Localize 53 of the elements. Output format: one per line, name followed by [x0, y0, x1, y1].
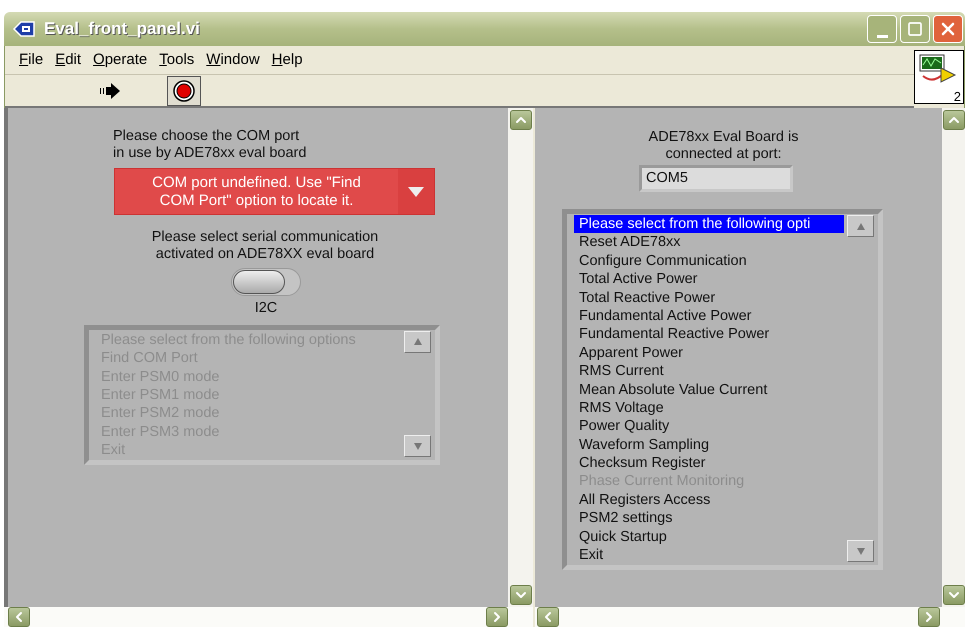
- scroll-left-button[interactable]: [8, 607, 30, 627]
- list-option[interactable]: Exit: [574, 546, 844, 564]
- list-option[interactable]: Checksum Register: [574, 454, 844, 472]
- port-prompt: Please choose the COM port in use by ADE78xx eval board: [113, 128, 306, 162]
- scroll-up-button[interactable]: [510, 110, 532, 130]
- list-option[interactable]: Apparent Power: [574, 344, 844, 362]
- scroll-left-button[interactable]: [537, 607, 559, 627]
- menu-item[interactable]: Tools: [155, 48, 198, 72]
- port-dropdown[interactable]: COM port undefined. Use "Find COM Port" option to locate it.: [114, 168, 435, 215]
- up-arrow-icon: [412, 337, 422, 346]
- scroll-down-button[interactable]: [510, 585, 532, 605]
- list-option[interactable]: Total Active Power: [574, 270, 844, 289]
- maximize-icon: [907, 21, 923, 37]
- minimize-icon: [876, 35, 888, 38]
- list-option[interactable]: Waveform Sampling: [574, 436, 844, 454]
- list-option[interactable]: Quick Startup: [574, 528, 844, 546]
- list-option[interactable]: Please select from the following opti: [574, 215, 844, 234]
- scroll-down-button[interactable]: [942, 585, 964, 605]
- connected-label: ADE78xx Eval Board is connected at port:: [648, 129, 798, 163]
- close-button[interactable]: [933, 15, 963, 43]
- list-option[interactable]: All Registers Access: [574, 490, 844, 510]
- menu-item[interactable]: Window: [202, 48, 264, 72]
- stop-icon: [172, 78, 196, 102]
- list-option[interactable]: Fundamental Active Power: [574, 306, 844, 326]
- list-option[interactable]: Fundamental Reactive Power: [574, 325, 844, 344]
- scroll-up-button[interactable]: [942, 110, 964, 130]
- menu-item[interactable]: Help: [268, 48, 307, 72]
- down-arrow-icon: [856, 546, 866, 556]
- up-arrow-icon: [856, 222, 866, 230]
- scroll-right-button[interactable]: [486, 607, 508, 627]
- menu-item[interactable]: Edit: [51, 48, 86, 72]
- vi-icon-label: 2: [954, 90, 961, 103]
- list-option[interactable]: Mean Absolute Value Current: [574, 380, 844, 399]
- serial-prompt: Please select serial communication activated on ADE78XX eval board: [152, 229, 378, 263]
- abort-button[interactable]: [167, 76, 201, 106]
- list-option[interactable]: RMS Current: [574, 362, 844, 381]
- serial-toggle-switch[interactable]: [231, 268, 301, 296]
- down-arrow-icon: [412, 442, 422, 451]
- list-option[interactable]: Total Reactive Power: [574, 288, 844, 307]
- window-title: Eval_front_panel.vi: [44, 18, 200, 40]
- list-option[interactable]: Configure Communication: [574, 252, 844, 270]
- list-option[interactable]: Power Quality: [574, 417, 844, 436]
- list-option[interactable]: Reset ADE78xx: [574, 233, 844, 252]
- switch-label: I2C: [254, 299, 278, 318]
- options-listbox[interactable]: [562, 209, 883, 570]
- list-option[interactable]: PSM2 settings: [574, 509, 844, 528]
- dropdown-arrow-icon: [407, 186, 425, 198]
- port-field: COM5: [639, 165, 793, 192]
- menu-item[interactable]: File: [15, 48, 48, 72]
- scroll-right-button[interactable]: [918, 607, 940, 627]
- menu-item[interactable]: Operate: [89, 48, 152, 72]
- list-option[interactable]: RMS Voltage: [574, 398, 844, 418]
- vi-icon: [12, 20, 36, 38]
